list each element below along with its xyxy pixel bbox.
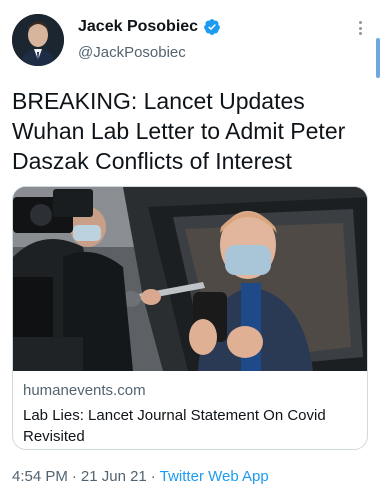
more-dot [358,26,362,30]
verified-badge-icon [204,19,220,35]
author-name-row: Jacek Posobiec [78,18,221,36]
more-dot [358,32,362,35]
link-card-domain: humanevents.com [23,382,146,399]
avatar[interactable] [12,14,64,66]
tweet-time[interactable]: 4:54 PM [12,468,68,485]
tweet-date[interactable]: 21 Jun 21 [81,468,147,485]
meta-separator: · [71,468,77,485]
link-card[interactable]: humanevents.com Lab Lies: Lancet Journal… [12,186,368,450]
more-options-icon[interactable] [352,18,368,38]
link-card-body[interactable]: humanevents.com Lab Lies: Lancet Journal… [13,372,367,449]
display-name[interactable]: Jacek Posobiec [78,18,198,36]
tweet-meta: 4:54 PM · 21 Jun 21 · Twitter Web App [12,468,269,485]
meta-separator: · [150,468,156,485]
author-handle[interactable]: @JackPosobiec [78,44,186,61]
more-dot [358,21,362,24]
tweet-header: Jacek Posobiec @JackPosobiec [0,0,380,72]
tweet-text: BREAKING: Lancet Updates Wuhan Lab Lette… [12,88,346,174]
link-card-title: Lab Lies: Lancet Journal Statement On Co… [23,407,326,445]
tweet-source-link[interactable]: Twitter Web App [160,468,269,485]
link-card-image[interactable] [13,187,367,371]
scrollbar-thumb[interactable] [376,38,380,78]
